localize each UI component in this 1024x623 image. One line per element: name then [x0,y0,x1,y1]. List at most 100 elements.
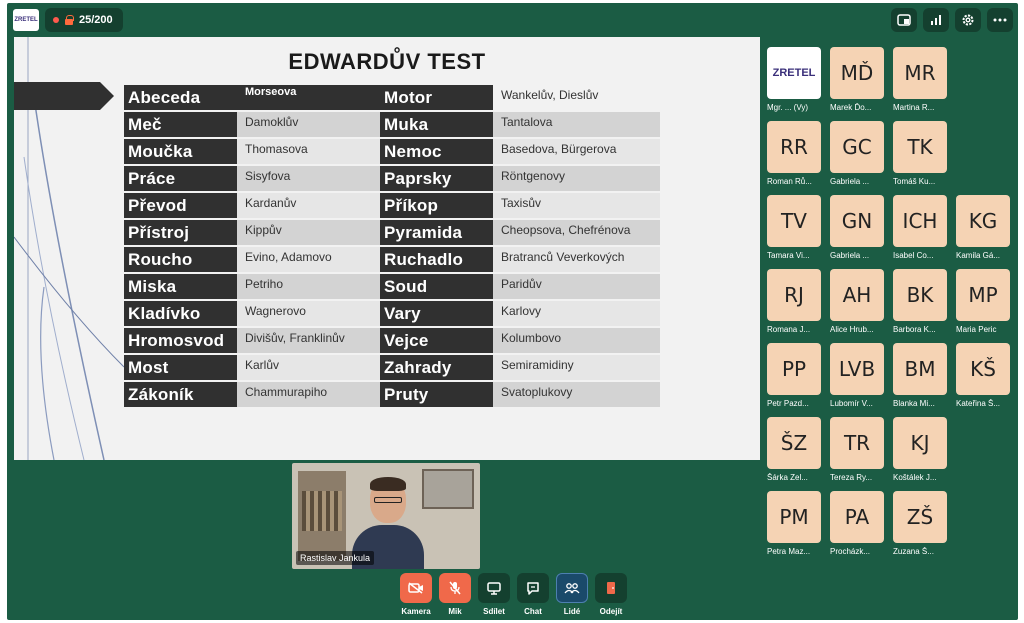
participant-tile[interactable]: RJ Romana J... [767,269,821,334]
meeting-status-pill[interactable]: 25/200 [45,8,123,32]
participant-tile[interactable]: PP Petr Pazd... [767,343,821,408]
participant-tile[interactable]: PM Petra Maz... [767,491,821,556]
camera-off-icon [408,582,423,594]
camera-control[interactable]: Kamera [400,573,432,616]
mic-control[interactable]: Mik [439,573,471,616]
association-cell: Thomasova [237,139,380,166]
participant-name: Kateřina Š... [956,399,1001,408]
participant-name: Gabriela ... [830,177,870,186]
camera-button[interactable] [400,573,432,603]
participant-name: Blanka Mi... [893,399,935,408]
term-cell: Miska [124,274,237,301]
association-cell: Morseova [237,85,380,112]
participant-tile[interactable]: PA Procházk... [830,491,884,556]
participant-tile[interactable]: AH Alice Hrub... [830,269,884,334]
participant-avatar: BK [893,269,947,321]
participant-avatar: MĎ [830,47,884,99]
participant-name: Koštálek J... [893,473,937,482]
term-cell: Abeceda [124,85,237,112]
participant-tile[interactable]: TV Tamara Vi... [767,195,821,260]
chat-icon [527,582,539,595]
participant-avatar: AH [830,269,884,321]
participant-tile[interactable]: LVB Lubomír V... [830,343,884,408]
participant-tile[interactable]: BK Barbora K... [893,269,947,334]
participant-name: Martina R... [893,103,935,112]
participant-tile[interactable]: ICH Isabel Co... [893,195,947,260]
participant-tile[interactable]: KG Kamila Gá... [956,195,1010,260]
participant-avatar: BM [893,343,947,395]
participant-avatar-logo: ZRETEL [767,47,821,99]
participant-tile[interactable]: ŠZ Šárka Zel... [767,417,821,482]
share-label: Sdílet [483,607,505,616]
people-button[interactable] [556,573,588,603]
participant-avatar: KJ [893,417,947,469]
share-button[interactable] [478,573,510,603]
association-cell: Tantalova [493,112,660,139]
association-cell: Wagnerovo [237,301,380,328]
association-cell: Divišův, Franklinův [237,328,380,355]
signal-bars-icon [931,15,941,25]
chat-control[interactable]: Chat [517,573,549,616]
participant-name: Kamila Gá... [956,251,1001,260]
bookshelf [298,471,346,561]
participant-avatar: GN [830,195,884,247]
participant-tile[interactable]: RR Roman Rů... [767,121,821,186]
settings-button[interactable] [955,8,981,32]
table-row: Most Karlův Zahrady Semiramidiny [124,355,660,382]
participant-avatar: MR [893,47,947,99]
term-cell: Hromosvod [124,328,237,355]
participant-name: Tamara Vi... [767,251,810,260]
term-cell: Přístroj [124,220,237,247]
chat-label: Chat [524,607,542,616]
leave-button[interactable] [595,573,627,603]
leave-control[interactable]: Odejít [595,573,627,616]
participant-tile[interactable]: ZRETEL Mgr. ... (Vy) [767,47,821,112]
participant-name: Roman Rů... [767,177,812,186]
mic-button[interactable] [439,573,471,603]
more-button[interactable] [987,8,1013,32]
speaker-name-label: Rastislav Jankula [296,551,375,565]
people-control[interactable]: Lidé [556,573,588,616]
participant-tile[interactable]: KJ Koštálek J... [893,417,947,482]
gear-icon [962,14,974,26]
association-cell: Semiramidiny [493,355,660,382]
participant-name: Tomáš Ku... [893,177,936,186]
term-cell: Nemoc [380,139,493,166]
term-cell: Převod [124,193,237,220]
participant-tile[interactable]: BM Blanka Mi... [893,343,947,408]
term-cell: Soud [380,274,493,301]
participant-avatar: KŠ [956,343,1010,395]
participant-name: Mgr. ... (Vy) [767,103,809,112]
table-row: Abeceda Morseova Motor Wankelův, Dieslův [124,85,660,112]
term-cell: Práce [124,166,237,193]
table-row: Zákoník Chammurapiho Pruty Svatoplukovy [124,382,660,409]
participant-tile[interactable]: GC Gabriela ... [830,121,884,186]
participant-avatar: LVB [830,343,884,395]
app-logo: ZRETEL [13,9,39,31]
participant-name: Petr Pazd... [767,399,809,408]
speaker-video[interactable]: Rastislav Jankula [292,463,480,569]
participant-tile[interactable]: TR Tereza Ry... [830,417,884,482]
table-row: Kladívko Wagnerovo Vary Karlovy [124,301,660,328]
participant-tile[interactable]: MĎ Marek Ďo... [830,47,884,112]
share-control[interactable]: Sdílet [478,573,510,616]
participant-avatar: RJ [767,269,821,321]
participant-avatar: TK [893,121,947,173]
term-cell: Ruchadlo [380,247,493,274]
table-row: Moučka Thomasova Nemoc Basedova, Bürgerova [124,139,660,166]
participant-tile[interactable]: TK Tomáš Ku... [893,121,947,186]
association-cell: Petriho [237,274,380,301]
stats-button[interactable] [923,8,949,32]
participant-tile[interactable]: GN Gabriela ... [830,195,884,260]
association-cell: Kippův [237,220,380,247]
participant-tile[interactable]: MP Maria Peric [956,269,1010,334]
participant-name: Alice Hrub... [830,325,874,334]
layout-button[interactable] [891,8,917,32]
screen-share-icon [487,581,501,595]
term-cell: Vary [380,301,493,328]
term-cell: Pyramida [380,220,493,247]
chat-button[interactable] [517,573,549,603]
participant-tile[interactable]: MR Martina R... [893,47,947,112]
participant-tile[interactable]: ZŠ Zuzana Š... [893,491,947,556]
participant-tile[interactable]: KŠ Kateřina Š... [956,343,1010,408]
